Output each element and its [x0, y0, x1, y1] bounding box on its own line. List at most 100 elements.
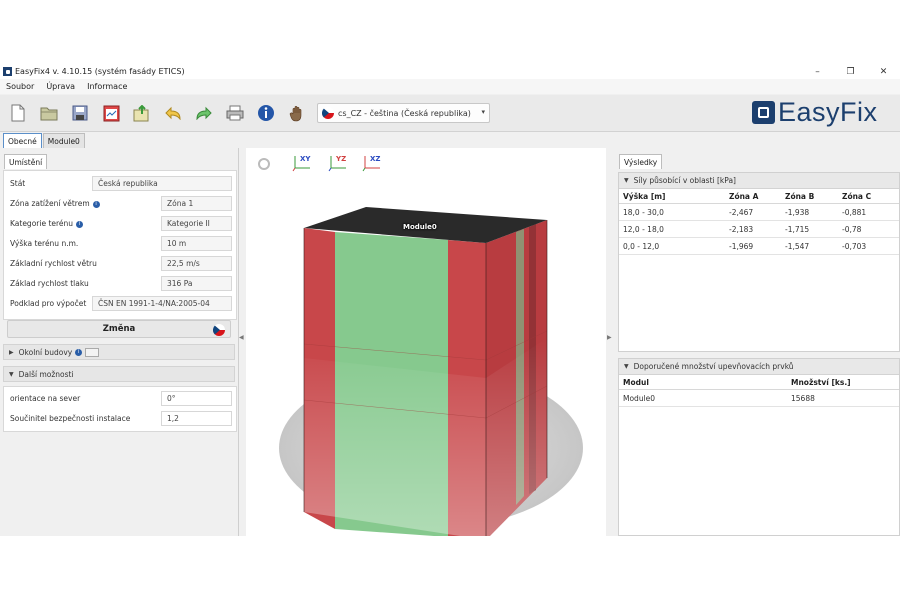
form-row-altitude: Výška terénu n.m. 10 m — [4, 235, 236, 253]
neighbors-toggle[interactable] — [85, 347, 100, 357]
wind-zone-field[interactable]: Zóna 1 — [161, 196, 232, 211]
view-xz-button[interactable]: XZ — [362, 154, 384, 172]
table-cell: 15688 — [791, 393, 815, 403]
info-icon[interactable] — [255, 102, 277, 124]
safety-factor-input[interactable]: 1,2 — [161, 411, 232, 426]
left-panel: Umístění Stát Česká republika Zóna zatíž… — [0, 148, 239, 536]
easyfix-logo: EasyFix — [752, 97, 878, 127]
tab-location[interactable]: Umístění — [4, 154, 48, 169]
menu-bar: Soubor Úprava Informace — [0, 79, 900, 94]
options-form: orientace na sever 0° Součinitel bezpečn… — [3, 386, 237, 432]
application-window: EasyFix4 v. 4.10.15 (systém fasády ETICS… — [0, 64, 900, 536]
table-cell: 0,0 - 12,0 — [623, 241, 660, 251]
table-cell: -0,703 — [842, 241, 867, 251]
forces-table-header: Výška [m] Zóna A Zóna B Zóna C — [619, 189, 899, 204]
3d-viewport[interactable]: Module0 XY YZ XZ — [246, 148, 606, 536]
table-cell: -1,715 — [785, 224, 810, 234]
location-form: Stát Česká republika Zóna zatížení větre… — [3, 170, 237, 320]
column-header[interactable]: Množství [ks.] — [787, 378, 897, 387]
info-icon[interactable]: i — [76, 220, 84, 228]
table-cell: -2,467 — [729, 207, 754, 217]
menu-file[interactable]: Soubor — [0, 82, 40, 91]
close-button[interactable]: ✕ — [867, 64, 900, 79]
country-field[interactable]: Česká republika — [92, 176, 232, 191]
forces-header[interactable]: ▼ Síly působící v oblasti [kPa] — [619, 173, 899, 189]
terrain-category-field[interactable]: Kategorie II — [161, 216, 232, 231]
form-row-wind-speed: Základní rychlost větru 22,5 m/s — [4, 255, 236, 273]
pressure-field[interactable]: 316 Pa — [161, 276, 232, 291]
section-neighbor-buildings[interactable]: ▶ Okolní budovy i — [3, 344, 235, 360]
undo-icon[interactable] — [162, 102, 184, 124]
info-icon[interactable]: i — [92, 200, 100, 208]
tab-module0[interactable]: Module0 — [42, 133, 85, 148]
view-xy-button[interactable]: XY — [292, 154, 314, 172]
report-icon[interactable] — [100, 102, 122, 124]
view-yz-button[interactable]: YZ — [328, 154, 350, 172]
field-label: Zóna zatížení větrem i — [10, 199, 100, 208]
print-icon[interactable] — [224, 102, 246, 124]
table-cell: Module0 — [623, 393, 656, 403]
table-cell: -1,938 — [785, 207, 810, 217]
form-row-wind-zone: Zóna zatížení větrem i Zóna 1 — [4, 195, 236, 213]
field-label: Stát — [10, 179, 26, 188]
field-label: Podklad pro výpočet — [10, 299, 87, 308]
table-row[interactable]: 12,0 - 18,0 -2,183 -1,715 -0,78 — [619, 221, 899, 238]
table-row[interactable]: 0,0 - 12,0 -1,969 -1,547 -0,703 — [619, 238, 899, 255]
table-cell: 12,0 - 18,0 — [623, 224, 664, 234]
info-icon[interactable]: i — [75, 348, 83, 356]
language-select[interactable]: cs_CZ - čeština (Česká republika) ▾ — [317, 103, 490, 123]
chevron-down-icon: ▼ — [624, 363, 629, 370]
change-button[interactable]: Změna — [7, 320, 231, 338]
fixings-panel: ▼ Doporučené množství upevňovacích prvků… — [618, 358, 900, 536]
column-header[interactable]: Zóna A — [725, 192, 781, 201]
column-header[interactable]: Zóna B — [781, 192, 838, 201]
title-bar: EasyFix4 v. 4.10.15 (systém fasády ETICS… — [0, 64, 900, 79]
tab-general[interactable]: Obecné — [3, 133, 42, 148]
fixings-table-header: Modul Množství [ks.] — [619, 375, 899, 390]
column-header[interactable]: Zóna C — [838, 192, 895, 201]
chevron-down-icon: ▼ — [9, 370, 14, 378]
chevron-right-icon: ▶ — [9, 348, 14, 356]
save-icon[interactable] — [69, 102, 91, 124]
collapse-left-icon[interactable]: ◀ — [239, 334, 244, 341]
open-folder-icon[interactable] — [38, 102, 60, 124]
forces-panel: ▼ Síly působící v oblasti [kPa] Výška [m… — [618, 172, 900, 352]
axis-label-xy: XY — [300, 155, 311, 163]
collapse-right-icon[interactable]: ▶ — [607, 334, 612, 341]
section-more-options[interactable]: ▼ Další možnosti — [3, 366, 235, 382]
help-hand-icon[interactable] — [286, 102, 308, 124]
menu-edit[interactable]: Úprava — [40, 82, 81, 91]
column-header[interactable]: Výška [m] — [619, 192, 725, 201]
minimize-button[interactable]: – — [801, 64, 834, 79]
maximize-button[interactable]: ❐ — [834, 64, 867, 79]
document-tabs: Obecné Module0 — [0, 132, 900, 148]
table-cell: -0,881 — [842, 207, 867, 217]
wind-speed-field[interactable]: 22,5 m/s — [161, 256, 232, 271]
redo-icon[interactable] — [193, 102, 215, 124]
czech-flag-icon — [322, 107, 334, 119]
right-panel: Výsledky ▼ Síly působící v oblasti [kPa]… — [614, 148, 900, 536]
orientation-input[interactable]: 0° — [161, 391, 232, 406]
new-file-icon[interactable] — [7, 102, 29, 124]
calculation-basis-field[interactable]: ČSN EN 1991-1-4/NA:2005-04 — [92, 296, 232, 311]
form-row-safety-factor: Součinitel bezpečnosti instalace 1,2 — [4, 410, 236, 428]
form-row-orientation: orientace na sever 0° — [4, 390, 236, 408]
reset-view-icon[interactable] — [258, 158, 270, 170]
column-header[interactable]: Modul — [619, 378, 787, 387]
chevron-down-icon: ▾ — [481, 108, 485, 116]
form-row-pressure: Základ rychlost tlaku 316 Pa — [4, 275, 236, 293]
form-row-country: Stát Česká republika — [4, 175, 236, 193]
altitude-field[interactable]: 10 m — [161, 236, 232, 251]
form-row-basis: Podklad pro výpočet ČSN EN 1991-1-4/NA:2… — [4, 295, 236, 313]
fixings-header[interactable]: ▼ Doporučené množství upevňovacích prvků — [619, 359, 899, 375]
export-icon[interactable] — [131, 102, 153, 124]
table-row[interactable]: Module0 15688 — [619, 390, 899, 407]
menu-info[interactable]: Informace — [81, 82, 133, 91]
table-row[interactable]: 18,0 - 30,0 -2,467 -1,938 -0,881 — [619, 204, 899, 221]
field-label: Kategorie terénu i — [10, 219, 84, 228]
form-row-terrain-category: Kategorie terénu i Kategorie II — [4, 215, 236, 233]
field-label: orientace na sever — [10, 394, 81, 403]
tab-results[interactable]: Výsledky — [619, 154, 663, 169]
table-cell: -0,78 — [842, 224, 862, 234]
axis-label-xz: XZ — [370, 155, 381, 163]
